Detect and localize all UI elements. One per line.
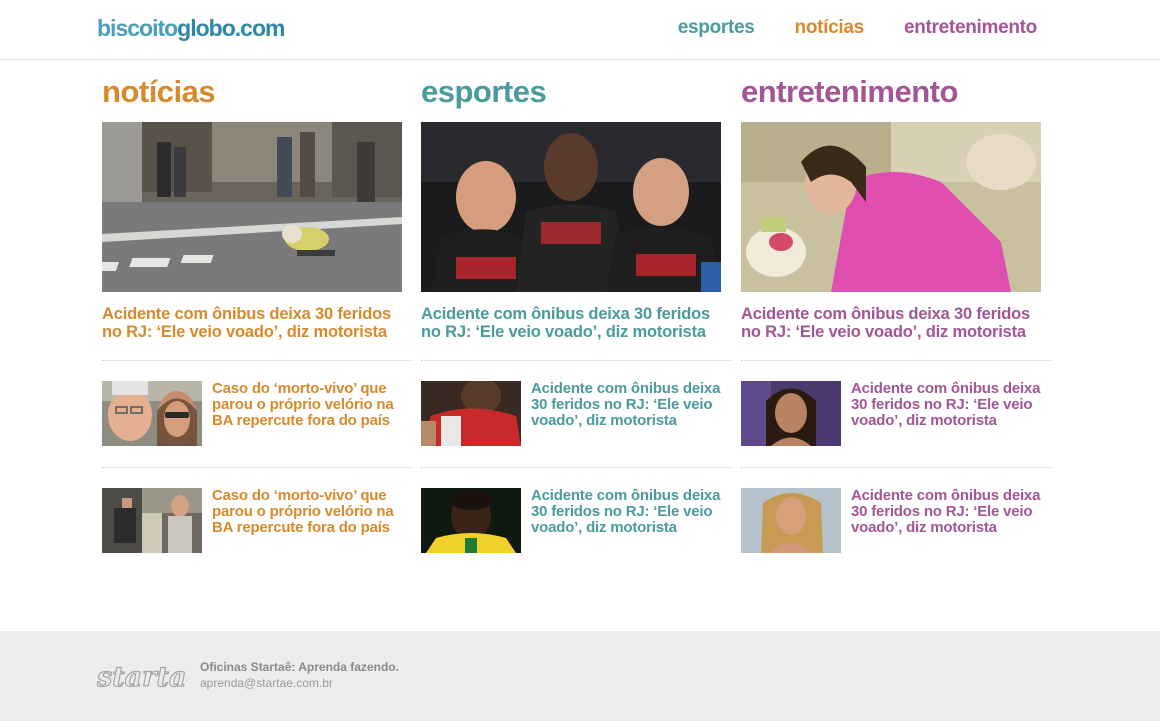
logo-part-2: globo.com: [177, 15, 285, 41]
column-title: esportes: [421, 74, 547, 109]
column-title: notícias: [102, 74, 216, 109]
list-item[interactable]: Acidente com ônibus deixa 30 feridos no …: [741, 468, 1051, 574]
thumbnail: [421, 488, 521, 553]
site-footer: startaê Oficinas Startaê: Aprenda fazend…: [0, 631, 1160, 721]
column-title: entretenimento: [741, 74, 958, 109]
list-item[interactable]: Acidente com ônibus deixa 30 feridos no …: [421, 468, 731, 574]
column-noticias: notícias Acidente com ônibus deixa 30 fe…: [102, 72, 412, 574]
site-header: biscoitoglobo.com esportes notícias entr…: [0, 0, 1160, 60]
hero-image[interactable]: [421, 122, 721, 292]
list-item[interactable]: Caso do ‘morto-vivo’ que parou o próprio…: [102, 468, 412, 574]
item-headline[interactable]: Caso do ‘morto-vivo’ que parou o próprio…: [212, 488, 407, 536]
column-esportes: esportes Acidente com ônibus deixa 30 fe…: [421, 72, 731, 574]
startae-logo-icon: startaê: [95, 661, 204, 693]
hero-image[interactable]: [102, 122, 402, 292]
svg-text:startaê: startaê: [97, 662, 187, 693]
nav-link-noticias[interactable]: notícias: [795, 17, 865, 39]
item-headline[interactable]: Acidente com ônibus deixa 30 feridos no …: [531, 381, 726, 429]
item-headline[interactable]: Acidente com ônibus deixa 30 feridos no …: [531, 488, 726, 536]
list-item[interactable]: Acidente com ônibus deixa 30 feridos no …: [741, 361, 1051, 467]
thumbnail: [741, 488, 841, 553]
list-item[interactable]: Caso do ‘morto-vivo’ que parou o próprio…: [102, 361, 412, 467]
street-photo: [102, 122, 402, 292]
hero-headline[interactable]: Acidente com ônibus deixa 30 feridos no …: [741, 305, 1041, 341]
list-item[interactable]: Acidente com ônibus deixa 30 feridos no …: [421, 361, 731, 467]
item-headline[interactable]: Acidente com ônibus deixa 30 feridos no …: [851, 488, 1046, 536]
thumbnail: [102, 488, 202, 553]
hero-headline[interactable]: Acidente com ônibus deixa 30 feridos no …: [102, 305, 402, 341]
site-logo[interactable]: biscoitoglobo.com: [97, 15, 285, 42]
fighters-photo: [421, 122, 721, 292]
thumbnail: [741, 381, 841, 446]
startae-logo[interactable]: startaê: [95, 658, 204, 699]
item-headline[interactable]: Acidente com ônibus deixa 30 feridos no …: [851, 381, 1046, 429]
hero-headline[interactable]: Acidente com ônibus deixa 30 feridos no …: [421, 305, 721, 341]
main-nav: esportes notícias entretenimento: [678, 17, 1038, 39]
item-headline[interactable]: Caso do ‘morto-vivo’ que parou o próprio…: [212, 381, 407, 429]
logo-part-1: biscoito: [97, 15, 178, 41]
footer-email-link[interactable]: aprenda@startae.com.br: [200, 676, 333, 690]
column-entretenimento: entretenimento Acidente com ônibus deixa…: [741, 72, 1051, 574]
thumbnail: [421, 381, 521, 446]
footer-tagline: Oficinas Startaê: Aprenda fazendo.: [200, 660, 399, 674]
nav-link-entretenimento[interactable]: entretenimento: [904, 17, 1037, 39]
thumbnail: [102, 381, 202, 446]
nav-link-esportes[interactable]: esportes: [678, 17, 755, 39]
hero-image[interactable]: [741, 122, 1041, 292]
model-photo: [741, 122, 1041, 292]
